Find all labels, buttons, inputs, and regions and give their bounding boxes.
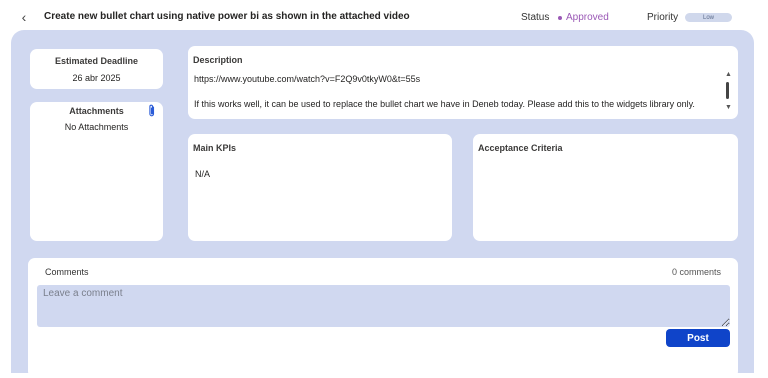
deadline-card: Estimated Deadline 26 abr 2025	[30, 49, 163, 89]
scroll-up-icon[interactable]: ▲	[725, 71, 732, 78]
priority-label: Priority	[647, 12, 679, 23]
attachments-label: Attachments	[69, 106, 124, 116]
comment-input[interactable]	[37, 285, 730, 327]
attachments-card: Attachments No Attachments	[30, 102, 163, 241]
status-value: Approved	[566, 12, 609, 23]
comments-count: 0 comments	[671, 267, 721, 277]
description-url[interactable]: https://www.youtube.com/watch?v=F2Q9v0tk…	[194, 74, 420, 84]
main-kpis-card: Main KPIs N/A	[188, 134, 452, 241]
scrollbar-thumb[interactable]	[726, 82, 729, 99]
priority-badge: Low	[685, 13, 732, 22]
acceptance-criteria-card: Acceptance Criteria	[473, 134, 738, 241]
post-button[interactable]: Post	[666, 329, 730, 347]
main-kpis-value: N/A	[195, 169, 211, 179]
deadline-label: Estimated Deadline	[54, 56, 139, 66]
back-button[interactable]: ‹	[16, 9, 32, 25]
page-title: Create new bullet chart using native pow…	[44, 11, 410, 22]
attachments-empty-text: No Attachments	[64, 122, 129, 132]
status-label: Status	[521, 12, 550, 23]
acceptance-criteria-label: Acceptance Criteria	[478, 143, 563, 153]
description-card: Description https://www.youtube.com/watc…	[188, 46, 738, 119]
description-label: Description	[193, 55, 243, 65]
paperclip-icon[interactable]	[148, 104, 156, 118]
main-kpis-label: Main KPIs	[193, 143, 237, 153]
chevron-left-icon: ‹	[21, 9, 27, 25]
deadline-value: 26 abr 2025	[72, 73, 121, 83]
status-dot-icon	[558, 16, 562, 20]
comments-label: Comments	[45, 267, 89, 277]
scroll-down-icon[interactable]: ▼	[725, 104, 732, 111]
description-text: If this works well, it can be used to re…	[194, 99, 695, 109]
